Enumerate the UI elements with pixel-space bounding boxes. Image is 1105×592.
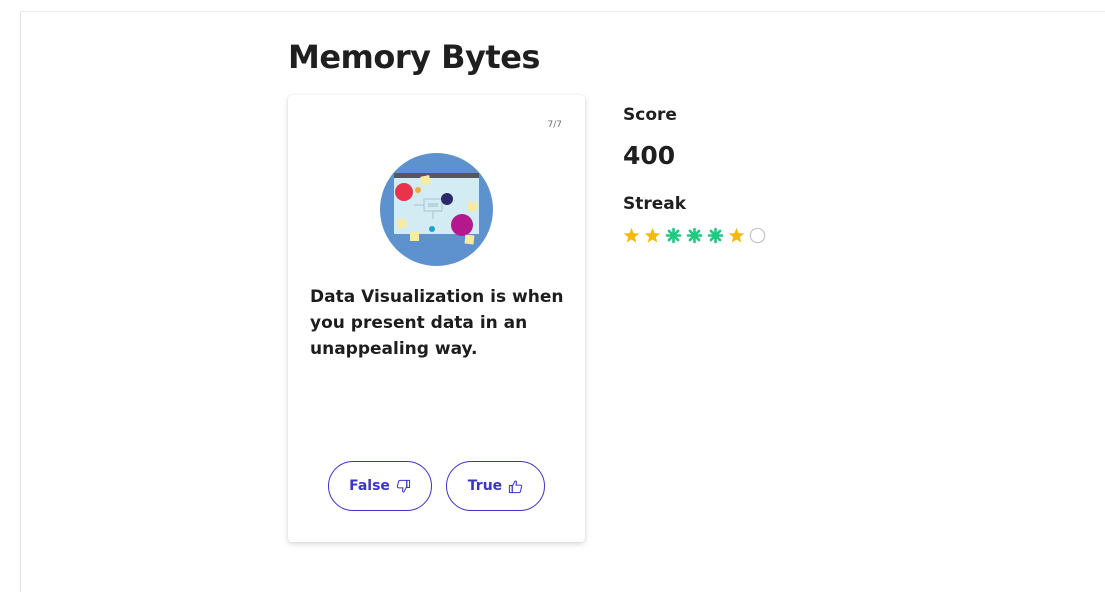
score-label: Score (623, 105, 677, 125)
question-text: Data Visualization is when you present d… (310, 287, 564, 359)
data-visualization-board-illustration (380, 153, 493, 266)
true-button[interactable]: True (446, 461, 545, 511)
empty-circle-icon (749, 227, 766, 244)
burst-icon (707, 227, 724, 244)
false-button[interactable]: False (328, 461, 432, 511)
score-value: 400 (623, 141, 676, 170)
streak-label: Streak (623, 194, 687, 214)
thumbs-up-icon (509, 480, 523, 493)
progress-indicator: 7/7 (547, 120, 562, 130)
page-title: Memory Bytes (288, 38, 540, 76)
false-button-label: False (349, 478, 390, 494)
question-card: 7/7 Data Visualization is when you prese… (288, 95, 585, 542)
star-icon (728, 228, 745, 243)
burst-icon (686, 227, 703, 244)
true-button-label: True (467, 478, 503, 494)
burst-icon (665, 227, 682, 244)
streak-indicator (623, 227, 766, 244)
thumbs-down-icon (396, 479, 411, 492)
star-icon (623, 228, 640, 243)
star-icon (644, 228, 661, 243)
